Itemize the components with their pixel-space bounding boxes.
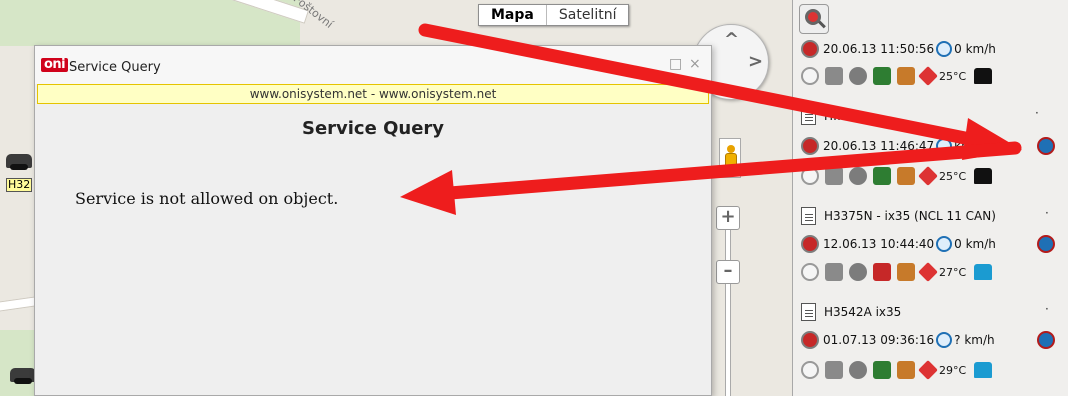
vehicle-panel: 20.06.13 11:50:56 0 km/h 25°C H… · 20.06… — [792, 0, 1068, 396]
gps-icon[interactable] — [1037, 235, 1055, 253]
row-dot: · — [1045, 206, 1049, 220]
service-query-dialog: oni Service Query □ × www.onisystem.net … — [34, 45, 712, 396]
vehicle-datetime: 20.06.13 11:46:47 — [823, 139, 935, 153]
engine-icon[interactable] — [849, 361, 867, 379]
row-dot: · — [1045, 302, 1049, 316]
document-icon — [801, 107, 816, 125]
vehicle-datetime: 20.06.13 11:50:56 — [823, 42, 935, 56]
vehicle-temperature: 27°C — [939, 265, 967, 279]
thermometer-icon — [918, 262, 938, 282]
driver-icon[interactable] — [873, 263, 891, 281]
vehicle-speed: 0 km/h — [954, 237, 996, 251]
vehicle-marker-icon[interactable] — [6, 154, 32, 170]
url-bar: www.onisystem.net - www.onisystem.net — [37, 84, 709, 104]
vehicle-datetime: 01.07.13 09:36:16 — [823, 333, 935, 347]
map-type-map-button[interactable]: Mapa — [479, 5, 547, 25]
maximize-icon[interactable]: □ — [669, 56, 682, 72]
engine-icon[interactable] — [849, 167, 867, 185]
camera-icon[interactable] — [825, 167, 843, 185]
cargo-icon[interactable] — [897, 361, 915, 379]
map-type-satellite-button[interactable]: Satelitní — [547, 5, 629, 25]
vehicle-temperature: 25°C — [939, 69, 967, 83]
alarm-icon — [801, 40, 819, 58]
pegman-head — [727, 145, 735, 153]
thermometer-icon — [918, 66, 938, 86]
cargo-icon[interactable] — [897, 263, 915, 281]
close-icon[interactable]: × — [689, 56, 701, 72]
map-type-switcher[interactable]: Mapa Satelitní — [478, 4, 630, 26]
camera-icon[interactable] — [825, 67, 843, 85]
status-circle-icon[interactable] — [801, 167, 819, 185]
zoom-slider-handle[interactable]: – — [716, 260, 740, 284]
shirt-icon[interactable] — [974, 168, 993, 184]
vehicle-status-row: 25°C — [801, 62, 993, 90]
zoom-slider-track[interactable] — [725, 210, 731, 396]
gps-icon[interactable] — [1037, 137, 1055, 155]
vehicle-marker-icon[interactable] — [10, 368, 36, 384]
vehicle-temperature: 25°C — [939, 169, 967, 183]
vehicle-name: H3375N - ix35 (NCL 11 CAN) — [824, 209, 996, 223]
vehicle-name: H3542A ix35 — [824, 305, 902, 319]
vehicle-status-row: 29°C — [801, 356, 993, 384]
engine-icon[interactable] — [849, 263, 867, 281]
vehicle-info-row[interactable]: 20.06.13 11:50:56 0 km/h — [801, 38, 996, 60]
driver-icon[interactable] — [873, 361, 891, 379]
clock-icon — [936, 236, 953, 252]
vehicle-name-row[interactable]: H3375N - ix35 (NCL 11 CAN) · — [801, 202, 1063, 230]
gps-icon[interactable] — [1037, 331, 1055, 349]
vehicle-status-row: 27°C — [801, 258, 993, 286]
vehicle-name: H… — [824, 109, 846, 123]
status-circle-icon[interactable] — [801, 67, 819, 85]
dialog-title: Service Query — [69, 60, 161, 75]
cargo-icon[interactable] — [897, 167, 915, 185]
document-icon — [801, 303, 816, 321]
alarm-icon — [801, 235, 819, 253]
pegman-body — [725, 153, 737, 169]
vehicle-name-row[interactable]: H… · — [801, 102, 1063, 130]
status-circle-icon[interactable] — [801, 263, 819, 281]
thermometer-icon — [918, 360, 938, 380]
zoom-in-button[interactable]: + — [716, 206, 740, 230]
row-dot: · — [1035, 106, 1039, 120]
shirt-icon[interactable] — [974, 362, 993, 378]
vehicle-datetime: 12.06.13 10:44:40 — [823, 237, 935, 251]
vehicle-status-row: 25°C — [801, 162, 993, 190]
shirt-icon[interactable] — [974, 264, 993, 280]
vehicle-info-row[interactable]: 20.06.13 11:46:47 km/h — [801, 132, 1063, 160]
status-circle-icon[interactable] — [801, 361, 819, 379]
alarm-icon — [801, 331, 819, 349]
error-message: Service is not allowed on object. — [75, 189, 339, 208]
pan-right-icon[interactable]: > — [748, 51, 763, 72]
shirt-icon[interactable] — [974, 68, 993, 84]
pan-up-icon[interactable]: ^ — [724, 29, 739, 50]
vehicle-info-row[interactable]: 12.06.13 10:44:40 0 km/h — [801, 230, 1063, 258]
alarm-icon — [801, 137, 819, 155]
clock-icon — [936, 332, 953, 348]
search-icon-handle — [818, 20, 826, 29]
oni-logo: oni — [41, 58, 69, 72]
document-icon — [801, 207, 816, 225]
vehicle-info-row[interactable]: 01.07.13 09:36:16 ? km/h — [801, 326, 1063, 354]
clock-icon — [936, 41, 953, 57]
cargo-icon[interactable] — [897, 67, 915, 85]
thermometer-icon — [918, 166, 938, 186]
driver-icon[interactable] — [873, 67, 891, 85]
engine-icon[interactable] — [849, 67, 867, 85]
camera-icon[interactable] — [825, 361, 843, 379]
dialog-titlebar[interactable]: oni Service Query □ × — [35, 46, 711, 84]
camera-icon[interactable] — [825, 263, 843, 281]
vehicle-marker-label[interactable]: H32 — [6, 178, 33, 192]
street-view-pegman-icon[interactable] — [719, 138, 741, 178]
driver-icon[interactable] — [873, 167, 891, 185]
vehicle-name-row[interactable]: H3542A ix35 · — [801, 298, 1063, 326]
vehicle-speed: km/h — [954, 139, 985, 153]
clock-icon — [936, 138, 953, 154]
search-vehicle-button[interactable] — [799, 4, 829, 34]
vehicle-speed: 0 km/h — [954, 42, 996, 56]
vehicle-temperature: 29°C — [939, 363, 967, 377]
vehicle-speed: ? km/h — [954, 333, 995, 347]
dialog-heading: Service Query — [301, 118, 445, 139]
